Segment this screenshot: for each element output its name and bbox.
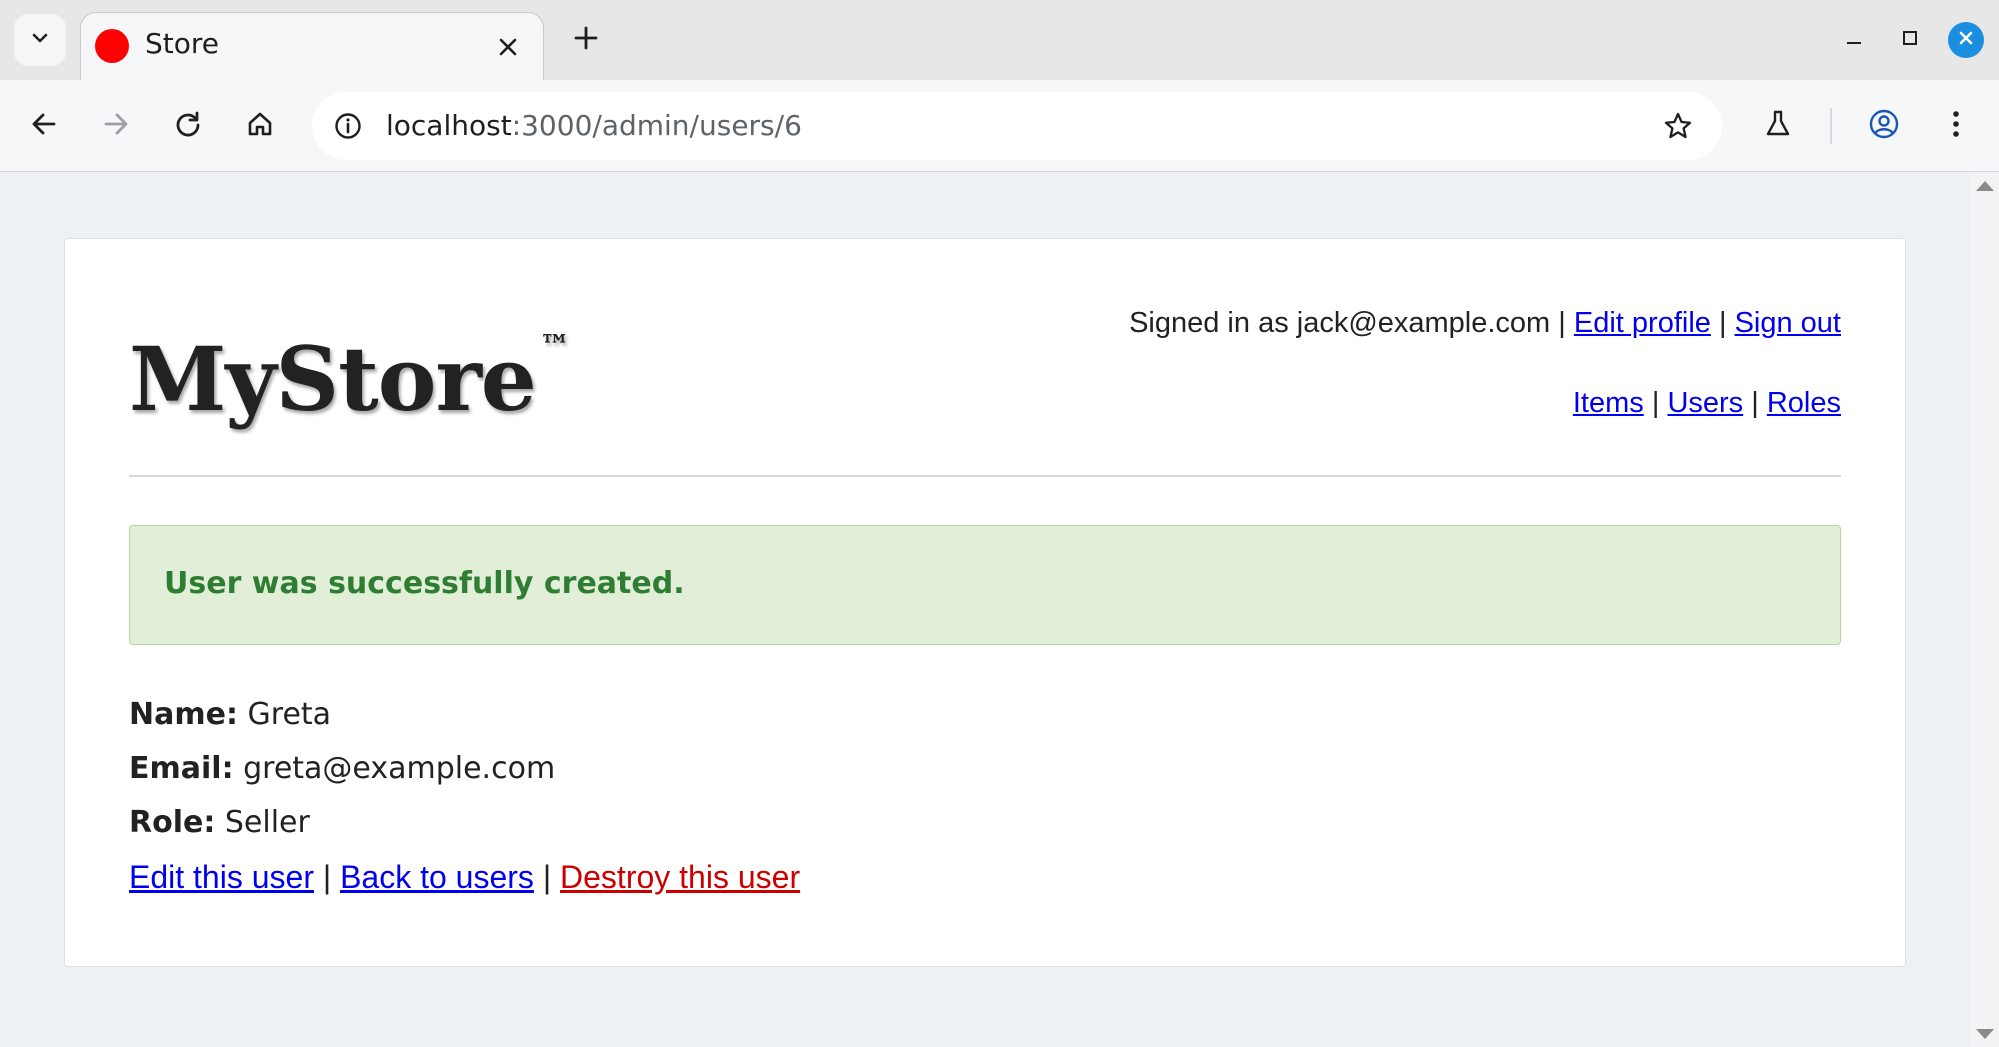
- role-value: Seller: [224, 805, 310, 840]
- arrow-right-icon: [102, 110, 130, 142]
- nav-items-link[interactable]: Items: [1573, 387, 1644, 419]
- more-vertical-icon: [1951, 109, 1961, 143]
- toolbar-divider: [1830, 108, 1832, 144]
- separator: |: [542, 859, 552, 895]
- home-button[interactable]: [236, 102, 284, 150]
- name-value: Greta: [247, 697, 332, 732]
- reload-icon: [174, 110, 202, 142]
- url-path: :3000/admin/users/6: [511, 109, 802, 142]
- site-info-icon[interactable]: [328, 106, 368, 146]
- profile-button[interactable]: [1860, 102, 1908, 150]
- signed-in-text: Signed in as jack@example.com: [1129, 307, 1551, 339]
- window-close-button[interactable]: [1948, 22, 1984, 58]
- site-logo[interactable]: MyStore ™: [129, 327, 570, 431]
- minimize-icon: [1844, 28, 1864, 52]
- account-icon: [1868, 108, 1900, 144]
- reload-button[interactable]: [164, 102, 212, 150]
- scroll-up-arrow-icon[interactable]: [1976, 181, 1994, 191]
- page-scrollbar[interactable]: [1970, 173, 1999, 1047]
- trademark-mark: ™: [539, 329, 570, 364]
- chevron-down-icon: [30, 28, 50, 52]
- plus-icon: [573, 25, 599, 55]
- user-name-row: Name: Greta: [129, 697, 331, 732]
- sign-out-link[interactable]: Sign out: [1735, 307, 1841, 339]
- address-bar[interactable]: localhost:3000/admin/users/6: [312, 92, 1722, 160]
- account-links: Signed in as jack@example.com | Edit pro…: [1129, 307, 1841, 340]
- separator: |: [1751, 387, 1759, 419]
- arrow-left-icon: [30, 110, 58, 142]
- close-icon: [1957, 29, 1975, 51]
- bookmark-star-icon[interactable]: [1658, 106, 1698, 146]
- content-card: MyStore ™ Signed in as jack@example.com |…: [64, 238, 1906, 967]
- browser-toolbar: localhost:3000/admin/users/6: [0, 80, 1999, 172]
- home-icon: [246, 110, 274, 142]
- separator: |: [322, 859, 332, 895]
- separator: |: [1718, 307, 1727, 339]
- tab-search-button[interactable]: [14, 14, 66, 66]
- flash-message: User was successfully created.: [164, 566, 685, 601]
- scroll-down-arrow-icon[interactable]: [1976, 1029, 1994, 1039]
- forward-button[interactable]: [92, 102, 140, 150]
- tab-title: Store: [145, 27, 220, 60]
- logo-text: MyStore: [129, 327, 537, 431]
- edit-user-link[interactable]: Edit this user: [129, 859, 314, 895]
- name-label: Name:: [129, 697, 238, 732]
- email-label: Email:: [129, 751, 234, 786]
- browser-menu-button[interactable]: [1932, 102, 1980, 150]
- window-minimize-button[interactable]: [1836, 22, 1872, 58]
- browser-tab-bar: Store: [0, 0, 1999, 80]
- labs-button[interactable]: [1754, 102, 1802, 150]
- user-role-row: Role: Seller: [129, 805, 310, 840]
- email-value: greta@example.com: [243, 751, 556, 786]
- separator: |: [1651, 387, 1660, 419]
- back-to-users-link[interactable]: Back to users: [340, 859, 534, 895]
- new-tab-button[interactable]: [566, 20, 606, 60]
- header-divider: [129, 475, 1841, 477]
- nav-users-link[interactable]: Users: [1667, 387, 1743, 419]
- window-maximize-button[interactable]: [1892, 22, 1928, 58]
- role-label: Role:: [129, 805, 216, 840]
- admin-nav: Items | Users | Roles: [1573, 387, 1841, 420]
- back-button[interactable]: [20, 102, 68, 150]
- user-actions: Edit this user | Back to users | Destroy…: [129, 859, 800, 896]
- user-email-row: Email: greta@example.com: [129, 751, 555, 786]
- destroy-user-link[interactable]: Destroy this user: [560, 859, 800, 895]
- flask-icon: [1763, 109, 1793, 143]
- browser-tab[interactable]: Store: [80, 12, 544, 80]
- edit-profile-link[interactable]: Edit profile: [1574, 307, 1711, 339]
- favicon-icon: [95, 29, 129, 63]
- flash-notice: User was successfully created.: [129, 525, 1841, 645]
- separator: |: [1558, 307, 1566, 339]
- nav-roles-link[interactable]: Roles: [1767, 387, 1841, 419]
- url-host: localhost: [386, 109, 512, 142]
- maximize-icon: [1900, 28, 1920, 52]
- tab-close-icon[interactable]: [491, 30, 525, 64]
- url-text[interactable]: localhost:3000/admin/users/6: [386, 109, 802, 142]
